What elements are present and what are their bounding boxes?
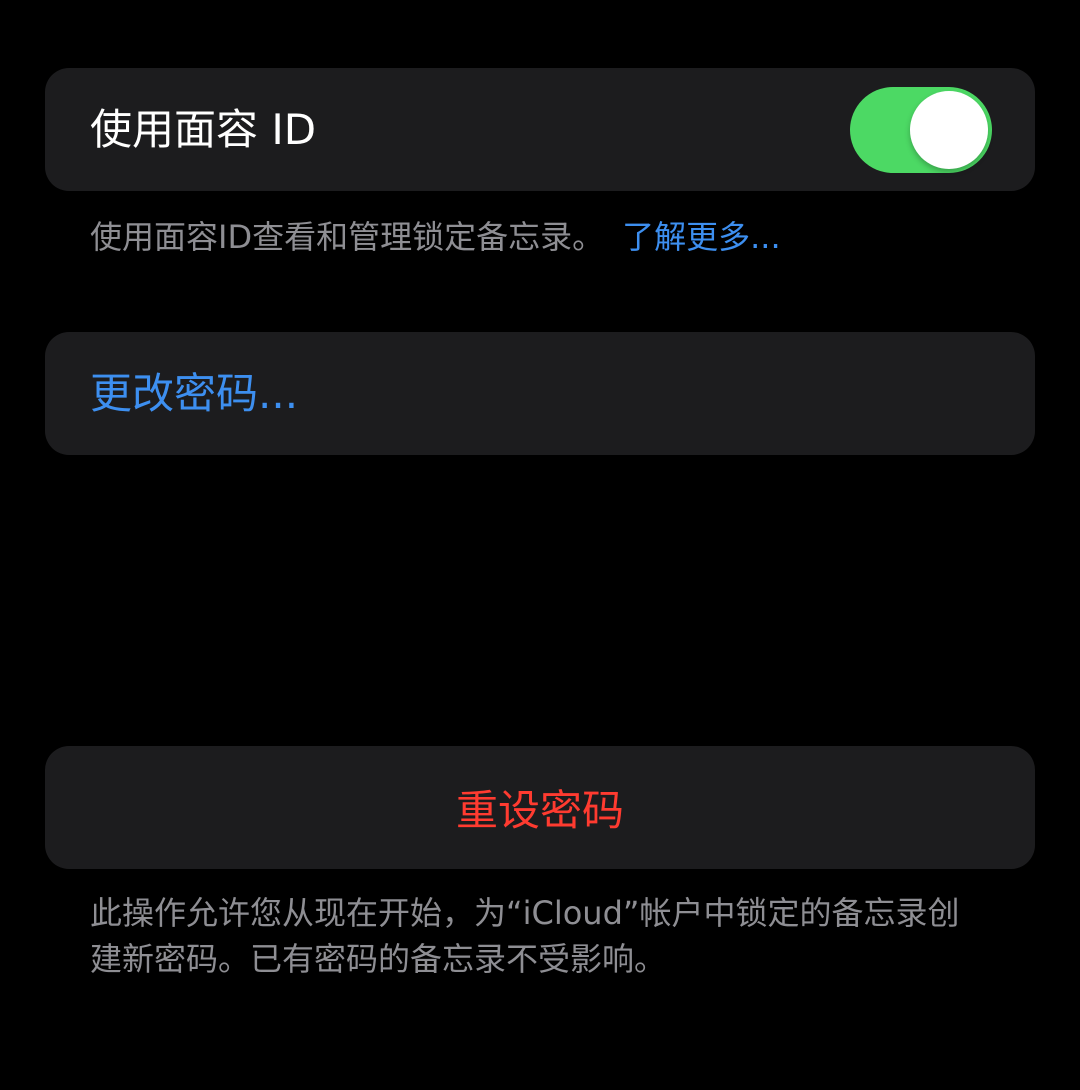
toggle-knob [910, 91, 988, 169]
reset-password-label: 重设密码 [455, 786, 624, 835]
reset-password-button[interactable]: 重设密码 [45, 746, 1035, 869]
faceid-footer-text: 使用面容ID查看和管理锁定备忘录。 [90, 218, 605, 256]
faceid-footer: 使用面容ID查看和管理锁定备忘录。 了解更多... [90, 214, 990, 260]
faceid-row: 使用面容 ID [45, 68, 1035, 191]
faceid-label: 使用面容 ID [90, 105, 317, 154]
change-password-button[interactable]: 更改密码... [45, 332, 1035, 455]
learn-more-link[interactable]: 了解更多... [622, 218, 781, 256]
reset-password-footer: 此操作允许您从现在开始，为“iCloud”帐户中锁定的备忘录创建新密码。已有密码… [90, 894, 960, 978]
faceid-toggle[interactable] [850, 87, 992, 173]
change-password-label: 更改密码... [90, 369, 299, 418]
